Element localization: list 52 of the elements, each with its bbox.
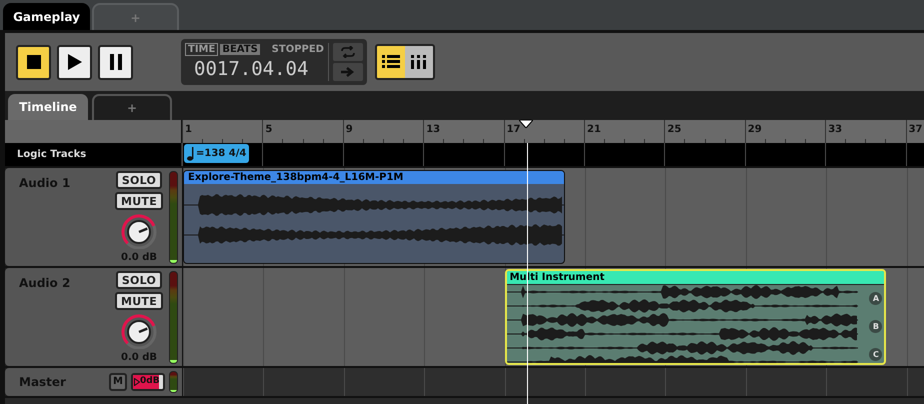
bar-number: 29: [748, 123, 762, 137]
fader-label: 0dB: [140, 375, 160, 388]
play-icon: [68, 54, 82, 70]
position-readout: 0017.04.04: [193, 57, 310, 82]
logic-tracks-label: Logic Tracks: [17, 148, 86, 162]
mode-toggle[interactable]: TIME: [185, 42, 218, 56]
master-button[interactable]: M: [109, 373, 127, 391]
track-name: Master: [19, 374, 66, 391]
mode-toggle[interactable]: BEATS: [220, 44, 260, 54]
list-view-button[interactable]: [377, 46, 405, 78]
columns-icon: [411, 55, 427, 69]
volume-reading: 0.0 dB: [121, 252, 157, 264]
music-note-icon: [187, 146, 194, 160]
volume-knob[interactable]: [120, 213, 158, 250]
volume-reading: 0.0 dB: [121, 352, 157, 364]
stop-icon: [26, 55, 40, 69]
bar-number: 25: [667, 123, 682, 137]
bar-number: 33: [828, 123, 842, 137]
play-button[interactable]: [57, 44, 92, 80]
bar-number: 17: [506, 123, 521, 137]
solo-button[interactable]: SOLO: [116, 271, 162, 290]
clip-title: Explore-Theme_138bpm4-4_L16M-P1M: [184, 171, 564, 184]
bar-number: 5: [265, 123, 272, 137]
tempo-marker[interactable]: =138 4/4: [184, 144, 250, 163]
arrow-right-icon: [340, 66, 356, 78]
bar-number: 21: [587, 123, 601, 137]
bar-number: 9: [346, 123, 353, 137]
loop-icon: [340, 46, 356, 58]
tab[interactable]: Gameplay: [3, 3, 90, 30]
pause-button[interactable]: [98, 44, 133, 80]
list-icon: [382, 55, 400, 69]
triangle-icon: [134, 378, 140, 386]
stop-button[interactable]: [16, 44, 51, 80]
master-fader[interactable]: 0dB: [131, 373, 165, 391]
bar-number: 13: [426, 123, 440, 137]
transport-status: STOPPED: [272, 42, 324, 56]
audio-clip[interactable]: Explore-Theme_138bpm4-4_L16M-P1M: [183, 170, 565, 264]
bar-number: 37: [908, 123, 923, 137]
pause-icon: [110, 54, 122, 70]
grid-view-button[interactable]: [405, 46, 433, 78]
lane-badge: A: [869, 292, 882, 305]
lane-badge: B: [869, 320, 882, 333]
track-name: Audio 1: [19, 175, 70, 192]
tempo-label: =138 4/4: [196, 147, 246, 161]
tab[interactable]: Timeline: [8, 94, 88, 120]
mute-button[interactable]: MUTE: [115, 292, 163, 310]
mute-button[interactable]: MUTE: [115, 192, 163, 210]
track-name: Audio 2: [19, 275, 70, 292]
lane-badge: C: [869, 348, 882, 361]
volume-knob[interactable]: [120, 313, 158, 350]
bar-number: 1: [185, 123, 192, 137]
solo-button[interactable]: SOLO: [116, 171, 162, 190]
